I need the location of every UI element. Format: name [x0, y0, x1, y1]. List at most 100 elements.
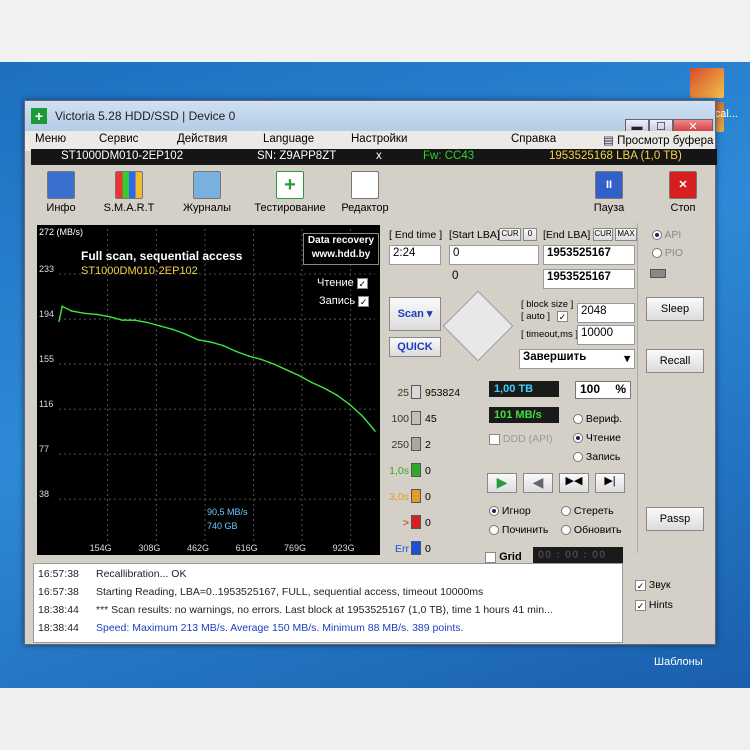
erase-radio[interactable] [561, 506, 571, 517]
block-color-swatch [411, 463, 421, 477]
editor-button[interactable]: Редактор [329, 171, 401, 219]
smart-button[interactable]: S.M.A.R.T [93, 171, 165, 219]
log-time: 16:57:38 [38, 568, 79, 580]
rewind-icon: ◀ [532, 474, 544, 490]
x-tick-label: 462G [187, 543, 209, 553]
hints-checkbox[interactable]: ✓ [635, 599, 646, 611]
start-zero-button[interactable]: 0 [523, 228, 537, 241]
start-lba-label: [Start LBA] [449, 229, 500, 241]
quick-button[interactable]: QUICK [389, 337, 441, 357]
sound-option[interactable]: ✓ Звук [635, 579, 670, 591]
skip-end-button[interactable]: ▶| [595, 473, 625, 493]
api-radio[interactable] [652, 230, 662, 241]
log-entry: 16:57:38 Starting Reading, LBA=0..1953525… [38, 586, 483, 598]
menu-item[interactable]: Действия [177, 133, 227, 145]
write-option[interactable]: Запись [573, 451, 620, 463]
auto-checkbox[interactable]: ✓ [557, 311, 568, 322]
menu-item[interactable]: Меню [35, 133, 66, 145]
speed-point [235, 350, 237, 353]
buffer-view-button[interactable]: ▤ Просмотр буфера [603, 133, 713, 147]
device-close[interactable]: x [376, 150, 382, 162]
play-button[interactable]: ▶ [487, 473, 517, 493]
desktop-label-templates[interactable]: Шаблоны [654, 656, 703, 668]
block-color-swatch [411, 437, 421, 451]
verify-radio[interactable] [573, 414, 583, 425]
start-lba-input[interactable]: 0 [449, 245, 539, 265]
direction-pad[interactable] [442, 290, 514, 362]
menu-item[interactable]: Language [263, 133, 314, 145]
testing-icon: + [276, 171, 304, 199]
end-time-label: [ End time ] [389, 229, 443, 241]
read-checkbox[interactable]: ✓ [356, 277, 368, 289]
speed-point [83, 312, 86, 315]
read-option[interactable]: Чтение [573, 432, 621, 444]
pio-radio[interactable] [652, 248, 662, 259]
write-checkbox[interactable]: ✓ [358, 295, 370, 307]
end-lba-input[interactable]: 1953525167 [543, 245, 635, 265]
grid-option[interactable]: Grid [485, 551, 522, 563]
menu-item[interactable]: Настройки [351, 133, 407, 145]
refresh-radio[interactable] [561, 525, 571, 536]
speed-point [222, 344, 225, 347]
title-bar[interactable]: + Victoria 5.28 HDD/SSD | Device 0 [25, 101, 715, 131]
pio-option[interactable]: PIO [652, 247, 683, 259]
logs-button[interactable]: Журналы [171, 171, 243, 219]
sound-checkbox[interactable]: ✓ [635, 579, 646, 591]
ddd-checkbox[interactable] [489, 433, 500, 445]
hints-option[interactable]: ✓ Hints [635, 599, 673, 611]
api-option[interactable]: API [652, 229, 681, 241]
menu-item[interactable]: Справка [511, 133, 556, 145]
speed-point [247, 355, 250, 357]
end-cur-button[interactable]: CUR [593, 228, 613, 241]
speed-point [361, 415, 364, 417]
speed-point [159, 325, 161, 327]
pause-button[interactable]: II Пауза [585, 171, 633, 219]
speed-point [146, 321, 149, 324]
start-cur-button[interactable]: CUR [499, 228, 521, 241]
repair-radio[interactable] [489, 525, 499, 536]
refresh-option[interactable]: Обновить [561, 524, 621, 536]
x-tick-label: 308G [138, 543, 160, 553]
testing-button[interactable]: + Тестирование [249, 171, 331, 219]
menu-item[interactable]: Сервис [99, 133, 138, 145]
victoria-window: + Victoria 5.28 HDD/SSD | Device 0 ▬ ☐ ✕… [24, 100, 717, 645]
speed-point [197, 339, 199, 341]
block-size-input[interactable]: 2048 [577, 303, 635, 323]
block-color-swatch [411, 515, 421, 529]
stop-button[interactable]: ✕ Стоп [657, 171, 709, 219]
passp-button[interactable]: Passp [646, 507, 704, 531]
toolbar: Инфо S.M.A.R.T Журналы + Тестирование Ред… [25, 167, 715, 223]
skip-back-button[interactable]: ▶◀ [559, 473, 589, 493]
end-max-button[interactable]: MAX [615, 228, 637, 241]
pause-icon: II [595, 171, 623, 199]
erase-option[interactable]: Стереть [561, 505, 614, 517]
ignore-radio[interactable] [489, 506, 499, 517]
scan-dropdown[interactable]: Scan ▾ [389, 297, 441, 331]
progress-percent: 100% [575, 381, 631, 399]
speed-point [209, 341, 212, 343]
ddd-api-option[interactable]: DDD (API) [489, 433, 553, 445]
write-toggle[interactable]: Запись ✓ [319, 295, 370, 307]
recall-button[interactable]: Recall [646, 349, 704, 373]
read-toggle[interactable]: Чтение ✓ [317, 277, 368, 289]
grid-checkbox[interactable] [485, 551, 496, 563]
device-serial: SN: Z9APP8ZT [257, 150, 337, 162]
back-button[interactable]: ◀ [523, 473, 553, 493]
y-tick-label: 38 [39, 489, 49, 499]
end-time-input[interactable]: 2:24 [389, 245, 441, 265]
repair-option[interactable]: Починить [489, 524, 548, 536]
speed-line [58, 305, 376, 432]
y-tick-label: 155 [39, 354, 54, 364]
info-button[interactable]: Инфо [25, 171, 97, 219]
winrar-icon[interactable] [690, 68, 724, 98]
verify-option[interactable]: Вериф. [573, 413, 622, 425]
timeout-input[interactable]: 10000 [577, 325, 635, 345]
block-count: 0 [425, 465, 431, 477]
block-size-label: [ block size ] [521, 299, 574, 310]
sleep-button[interactable]: Sleep [646, 297, 704, 321]
finish-dropdown[interactable]: Завершить ▾ [519, 349, 635, 369]
read-radio[interactable] [573, 433, 583, 444]
ignore-option[interactable]: Игнор [489, 505, 531, 517]
device-lba: 1953525168 LBA (1,0 TB) [549, 150, 682, 162]
write-radio[interactable] [573, 452, 583, 463]
